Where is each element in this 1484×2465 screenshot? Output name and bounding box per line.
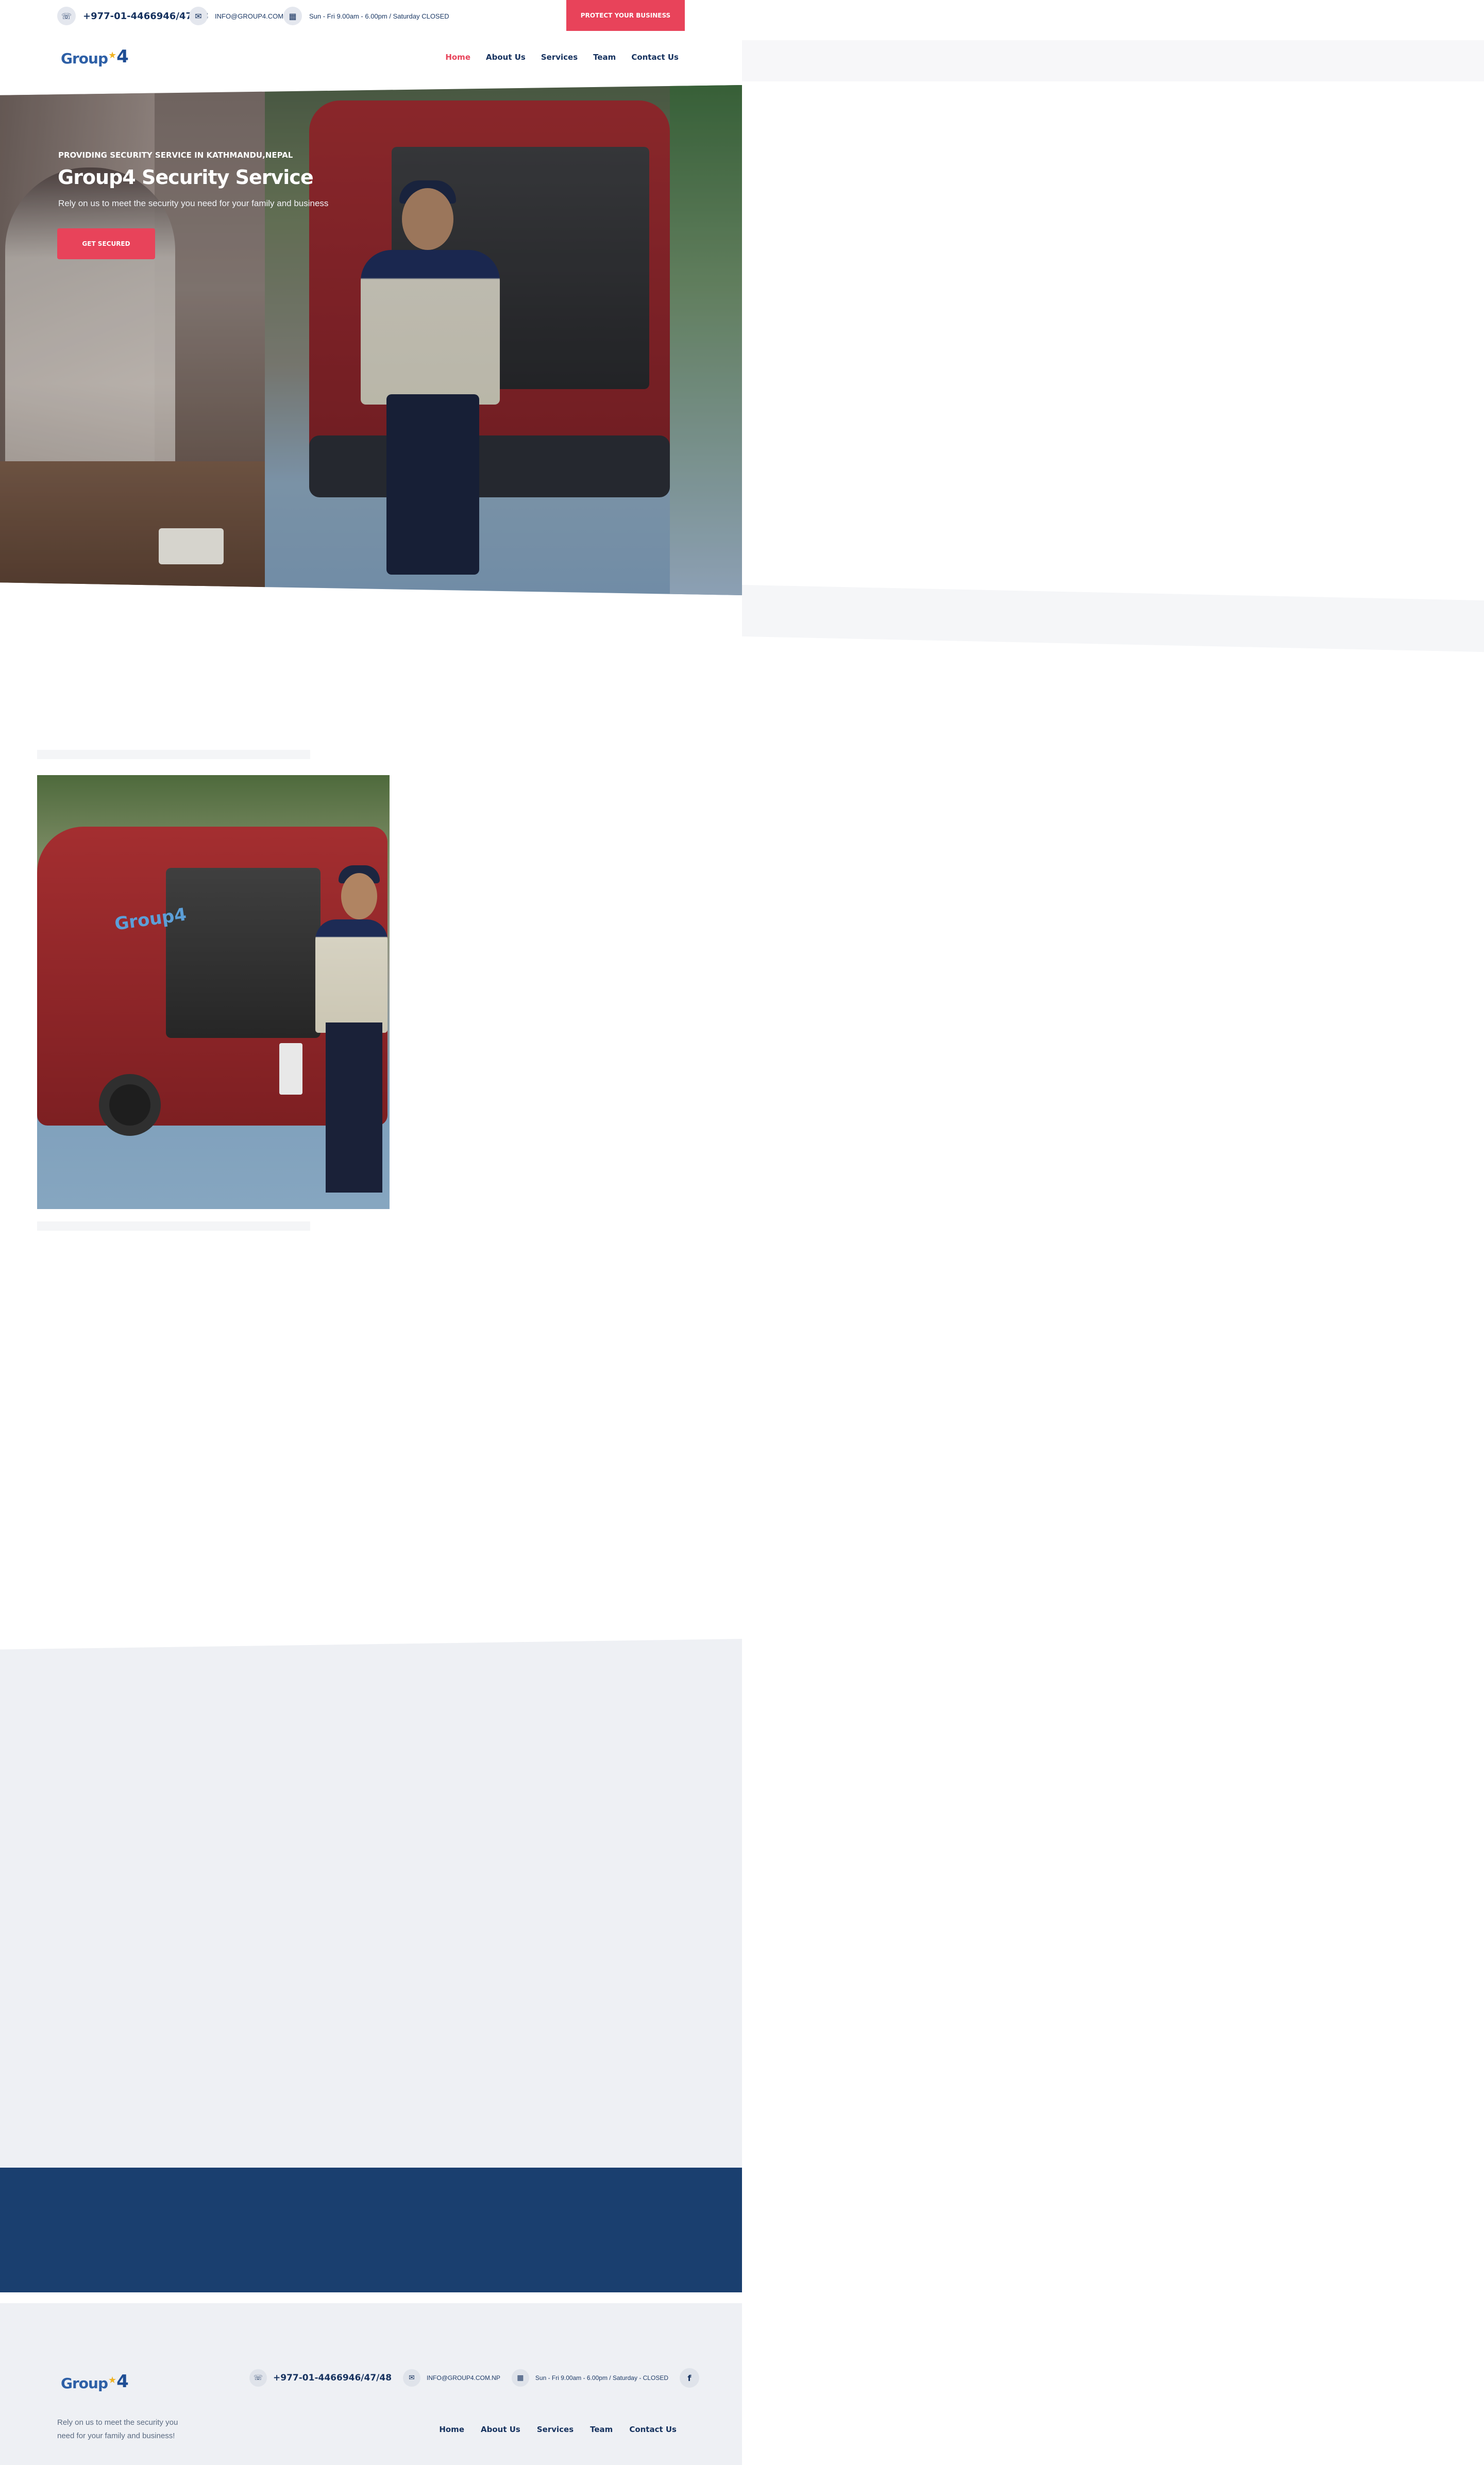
footer-logo-star-icon: ★ (108, 2375, 116, 2386)
email-address[interactable]: INFO@GROUP4.COM.NP (215, 12, 295, 20)
footer-email-address[interactable]: INFO@GROUP4.COM.NP (427, 2374, 500, 2382)
footer-nav-about-us[interactable]: About Us (481, 2425, 520, 2434)
cta-band (0, 2168, 742, 2292)
about-image-shadow-top (37, 750, 310, 759)
nav-team[interactable]: Team (593, 53, 616, 62)
services-section (0, 1639, 742, 2170)
footer-tagline: Rely on us to meet the security you need… (57, 2418, 178, 2440)
facebook-icon[interactable]: f (680, 2368, 699, 2388)
hero-title: Group4 Security Service (58, 166, 314, 189)
footer-logo-wordmark: Group (61, 2375, 108, 2392)
nav-about-us[interactable]: About Us (486, 53, 526, 62)
logo-star-icon: ★ (108, 50, 116, 61)
footer-contacts: ☏ +977-01-4466946/47/48 ✉ INFO@GROUP4.CO… (249, 2368, 699, 2388)
footer-opening-hours: Sun - Fri 9.00am - 6.00pm / Saturday - C… (535, 2374, 668, 2382)
footer-nav: Home About Us Services Team Contact Us (439, 2425, 677, 2434)
phone-icon: ☏ (249, 2369, 267, 2387)
footer-logo[interactable]: Group ★ 4 (61, 2371, 129, 2392)
calendar-icon: ▦ (283, 7, 302, 25)
page-right-margin (742, 0, 1484, 2465)
topbar-hours: ▦ Sun - Fri 9.00am - 6.00pm / Saturday C… (283, 6, 449, 26)
main-navbar: Group ★ 4 Home About Us Services Team Co… (0, 32, 742, 86)
mail-icon: ✉ (403, 2369, 421, 2387)
nav-services[interactable]: Services (541, 53, 578, 62)
mail-icon: ✉ (189, 7, 208, 25)
hero-overlay (0, 85, 742, 595)
get-secured-button[interactable]: GET SECURED (57, 228, 155, 259)
hero-slider (0, 85, 742, 595)
nav-home[interactable]: Home (445, 53, 470, 62)
hero-subtitle: PROVIDING SECURITY SERVICE IN KATHMANDU,… (58, 150, 293, 160)
protect-your-business-button[interactable]: PROTECT YOUR BUSINESS (566, 0, 685, 31)
topbar-email[interactable]: ✉ INFO@GROUP4.COM.NP (189, 6, 295, 26)
opening-hours: Sun - Fri 9.00am - 6.00pm / Saturday CLO… (309, 12, 449, 20)
footer-phone[interactable]: ☏ +977-01-4466946/47/48 (249, 2369, 392, 2387)
footer-hours: ▦ Sun - Fri 9.00am - 6.00pm / Saturday -… (511, 2369, 668, 2387)
header-band-extension (742, 40, 1484, 81)
top-bar: ☏ +977-01-4466946/47/48 ✉ INFO@GROUP4.CO… (0, 0, 742, 32)
about-image-shadow-bottom (37, 1221, 310, 1231)
site-logo[interactable]: Group ★ 4 (61, 46, 129, 67)
footer-phone-number[interactable]: +977-01-4466946/47/48 (273, 2373, 392, 2383)
topbar-phone[interactable]: ☏ +977-01-4466946/47/48 (57, 6, 209, 26)
footer-nav-team[interactable]: Team (590, 2425, 613, 2434)
site-footer: Group ★ 4 ☏ +977-01-4466946/47/48 ✉ INFO… (0, 2303, 742, 2465)
footer-nav-services[interactable]: Services (537, 2425, 574, 2434)
phone-icon: ☏ (57, 7, 76, 25)
hero-description: Rely on us to meet the security you need… (58, 198, 329, 208)
footer-logo-number: 4 (116, 2371, 129, 2392)
footer-nav-contact-us[interactable]: Contact Us (629, 2425, 677, 2434)
footer-email[interactable]: ✉ INFO@GROUP4.COM.NP (403, 2369, 500, 2387)
calendar-icon: ▦ (511, 2369, 529, 2387)
about-image-security-van: Group4 (37, 775, 390, 1209)
logo-wordmark: Group (61, 50, 108, 67)
nav-contact-us[interactable]: Contact Us (631, 53, 679, 62)
footer-nav-home[interactable]: Home (439, 2425, 464, 2434)
primary-nav: Home About Us Services Team Contact Us (445, 53, 679, 62)
logo-number: 4 (116, 46, 129, 67)
